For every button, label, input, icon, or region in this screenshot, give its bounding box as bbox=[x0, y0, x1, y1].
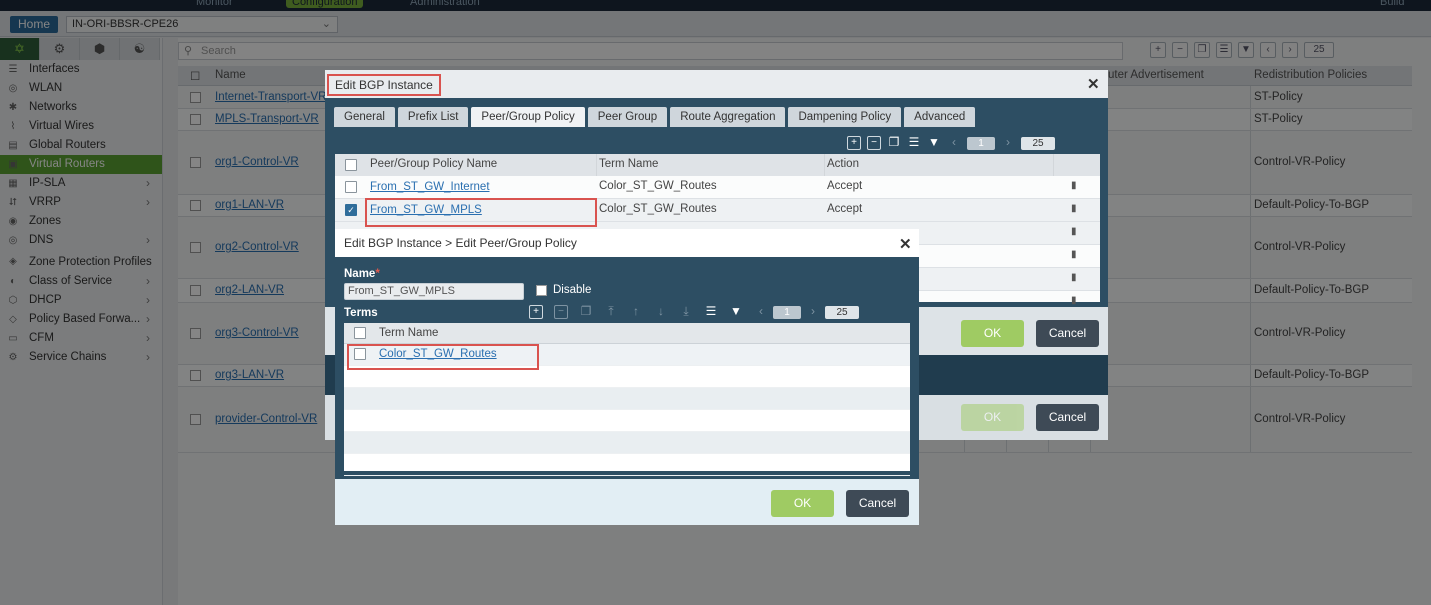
required-mark: * bbox=[375, 268, 380, 280]
name-field[interactable]: From_ST_GW_MPLS bbox=[344, 283, 524, 300]
column-divider bbox=[596, 154, 597, 176]
select-all-checkbox[interactable] bbox=[345, 159, 357, 171]
page-size[interactable]: 25 bbox=[825, 305, 859, 319]
filter-icon[interactable]: ▼ bbox=[927, 136, 941, 150]
dialog-title: Edit BGP Instance bbox=[327, 74, 441, 96]
clone-icon[interactable]: ❐ bbox=[887, 136, 901, 150]
ok-button[interactable]: OK bbox=[961, 320, 1024, 347]
select-all-checkbox[interactable] bbox=[354, 327, 366, 339]
col-term-name: Term Name bbox=[379, 327, 439, 339]
col-policy-name: Peer/Group Policy Name bbox=[370, 158, 498, 170]
dialog-footer: OK Cancel bbox=[335, 479, 919, 525]
ok-button[interactable]: OK bbox=[771, 490, 834, 517]
page-number[interactable]: 1 bbox=[967, 136, 995, 150]
empty-row bbox=[344, 432, 910, 454]
tab-prefix-list[interactable]: Prefix List bbox=[397, 107, 469, 127]
prev-page-icon[interactable]: ‹ bbox=[754, 305, 768, 319]
filter-icon[interactable]: ▼ bbox=[729, 305, 743, 319]
remove-icon[interactable]: − bbox=[554, 305, 568, 319]
move-down-icon[interactable]: ↓ bbox=[654, 305, 668, 319]
delete-icon[interactable]: ▮ bbox=[1071, 249, 1077, 260]
empty-row bbox=[344, 410, 910, 432]
close-icon[interactable]: ✕ bbox=[899, 235, 912, 253]
page-size[interactable]: 25 bbox=[1021, 136, 1055, 150]
close-icon[interactable]: ✕ bbox=[1087, 75, 1100, 93]
bgp-tabs: General Prefix List Peer/Group Policy Peer … bbox=[334, 107, 976, 127]
terms-toolbar: + − ❐ ⤒ ↑ ↓ ⤓ ☰ ▼ ‹ 1 › 25 bbox=[529, 305, 859, 319]
clone-icon[interactable]: ❐ bbox=[579, 305, 593, 319]
prev-page-icon[interactable]: ‹ bbox=[947, 136, 961, 150]
col-term-name: Term Name bbox=[599, 158, 659, 170]
column-divider bbox=[824, 154, 825, 176]
action-value: Accept bbox=[827, 180, 863, 192]
move-bottom-icon[interactable]: ⤓ bbox=[679, 305, 693, 319]
edit-peer-group-policy-dialog: Edit BGP Instance > Edit Peer/Group Poli… bbox=[335, 229, 919, 525]
delete-icon[interactable]: ▮ bbox=[1071, 203, 1077, 214]
delete-icon[interactable]: ▮ bbox=[1071, 180, 1077, 191]
tab-route-aggregation[interactable]: Route Aggregation bbox=[670, 107, 786, 127]
terms-label: Terms bbox=[344, 307, 378, 319]
disable-checkbox[interactable] bbox=[536, 285, 547, 296]
table-header: Peer/Group Policy Name Term Name Action bbox=[335, 154, 1100, 176]
tab-dampening-policy[interactable]: Dampening Policy bbox=[788, 107, 902, 127]
dialog-header: Edit BGP Instance > Edit Peer/Group Poli… bbox=[335, 229, 919, 257]
column-divider bbox=[1053, 154, 1054, 176]
policy-name-link[interactable]: From_ST_GW_Internet bbox=[370, 181, 490, 193]
policy-toolbar: + − ❐ ☰ ▼ ‹ 1 › 25 bbox=[847, 136, 1055, 150]
move-up-icon[interactable]: ↑ bbox=[629, 305, 643, 319]
dialog-header: Edit BGP Instance ✕ bbox=[325, 70, 1108, 98]
delete-icon[interactable]: ▮ bbox=[1071, 272, 1077, 283]
tab-general[interactable]: General bbox=[334, 107, 395, 127]
highlight-box bbox=[365, 198, 597, 227]
next-page-icon[interactable]: › bbox=[1001, 136, 1015, 150]
add-icon[interactable]: + bbox=[847, 136, 861, 150]
page-number[interactable]: 1 bbox=[773, 305, 801, 319]
background-cancel-button[interactable]: Cancel bbox=[1036, 404, 1099, 431]
remove-icon[interactable]: − bbox=[867, 136, 881, 150]
tab-peer-group[interactable]: Peer Group bbox=[587, 107, 668, 127]
next-page-icon[interactable]: › bbox=[806, 305, 820, 319]
row-checkbox[interactable] bbox=[345, 181, 357, 193]
term-name: Color_ST_GW_Routes bbox=[599, 203, 717, 215]
disable-label: Disable bbox=[553, 284, 592, 296]
background-ok-button[interactable]: OK bbox=[961, 404, 1024, 431]
dialog-title: Edit BGP Instance > Edit Peer/Group Poli… bbox=[344, 236, 577, 250]
delete-icon[interactable]: ▮ bbox=[1071, 226, 1077, 237]
empty-row bbox=[344, 454, 910, 476]
delete-icon[interactable]: ▮ bbox=[1071, 295, 1077, 306]
move-top-icon[interactable]: ⤒ bbox=[604, 305, 618, 319]
table-row[interactable]: From_ST_GW_Internet Color_ST_GW_Routes Acc… bbox=[335, 176, 1100, 199]
pagination: ‹ 1 › 25 bbox=[754, 305, 859, 319]
cancel-button[interactable]: Cancel bbox=[1036, 320, 1099, 347]
columns-icon[interactable]: ☰ bbox=[704, 305, 718, 319]
tab-peer-group-policy[interactable]: Peer/Group Policy bbox=[471, 107, 585, 127]
row-checkbox[interactable]: ✓ bbox=[345, 204, 357, 216]
table-header: Term Name bbox=[344, 323, 910, 344]
term-name: Color_ST_GW_Routes bbox=[599, 180, 717, 192]
highlight-box bbox=[347, 344, 539, 370]
col-action: Action bbox=[827, 158, 859, 170]
empty-row bbox=[344, 388, 910, 410]
add-icon[interactable]: + bbox=[529, 305, 543, 319]
tab-advanced[interactable]: Advanced bbox=[904, 107, 976, 127]
action-value: Accept bbox=[827, 203, 863, 215]
name-label-text: Name bbox=[344, 268, 376, 280]
name-label: Name* bbox=[344, 268, 380, 280]
cancel-button[interactable]: Cancel bbox=[846, 490, 909, 517]
columns-icon[interactable]: ☰ bbox=[907, 136, 921, 150]
